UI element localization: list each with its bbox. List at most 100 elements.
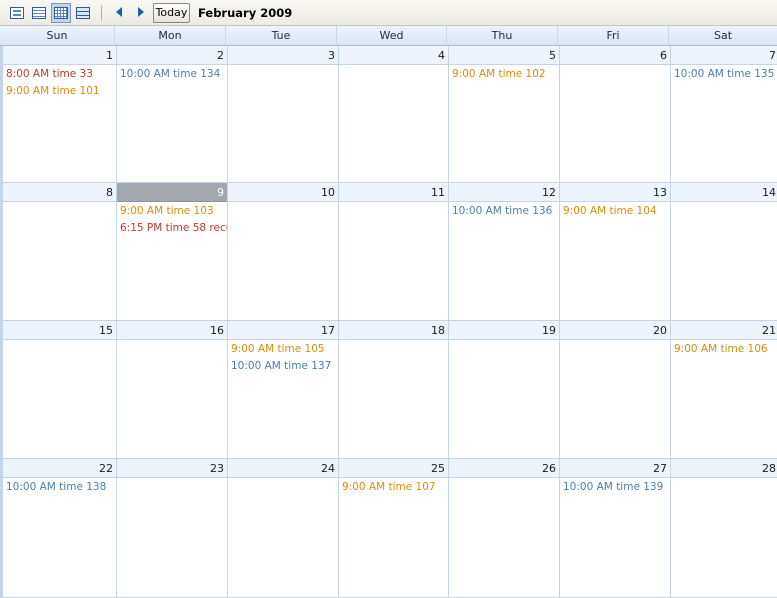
calendar-event[interactable]: 10:00 AM time 134 — [120, 66, 227, 83]
day-cell[interactable]: 24 — [228, 459, 339, 598]
calendar-event[interactable]: 9:00 AM time 104 — [563, 203, 670, 220]
event-list — [449, 478, 559, 479]
day-number[interactable]: 1 — [3, 46, 116, 65]
event-list: 10:00 AM time 139 — [560, 478, 670, 496]
day-cell[interactable]: 23 — [117, 459, 228, 598]
day-cell[interactable]: 19 — [449, 321, 560, 459]
today-day-number[interactable]: 9 — [117, 183, 227, 202]
event-list — [560, 65, 670, 66]
day-cell[interactable]: 4 — [339, 46, 449, 183]
day-cell[interactable]: 13 9:00 AM time 104 — [560, 183, 671, 321]
day-cell[interactable]: 27 10:00 AM time 139 — [560, 459, 671, 598]
event-list: 10:00 AM time 135 — [671, 65, 777, 83]
day-cell[interactable]: 2 10:00 AM time 134 — [117, 46, 228, 183]
day-cell[interactable]: 7 10:00 AM time 135 — [671, 46, 777, 183]
day-number[interactable]: 16 — [117, 321, 227, 340]
event-list — [117, 478, 227, 479]
calendar-event[interactable]: 10:00 AM time 138 — [6, 479, 116, 496]
day-cell[interactable]: 12 10:00 AM time 136 — [449, 183, 560, 321]
day-cell[interactable]: 6 — [560, 46, 671, 183]
day-number[interactable]: 19 — [449, 321, 559, 340]
day-cell[interactable]: 18 — [339, 321, 449, 459]
day-cell[interactable]: 8 — [3, 183, 117, 321]
day-cell[interactable]: 15 — [3, 321, 117, 459]
toolbar-separator — [101, 5, 102, 21]
day-view-button[interactable] — [7, 3, 27, 23]
event-list — [3, 202, 116, 203]
day-number[interactable]: 25 — [339, 459, 448, 478]
calendar-event[interactable]: 9:00 AM time 101 — [6, 83, 116, 100]
calendar-event[interactable]: 6:15 PM time 58 recu — [120, 220, 227, 237]
calendar-event[interactable]: 8:00 AM time 33 — [6, 66, 116, 83]
event-list — [449, 340, 559, 341]
day-number[interactable]: 11 — [339, 183, 448, 202]
day-number[interactable]: 10 — [228, 183, 338, 202]
day-cell[interactable]: 11 — [339, 183, 449, 321]
event-list — [339, 340, 448, 341]
today-button[interactable]: Today — [153, 3, 190, 23]
calendar-event[interactable]: 9:00 AM time 106 — [674, 341, 777, 358]
day-number[interactable]: 12 — [449, 183, 559, 202]
day-number[interactable]: 8 — [3, 183, 116, 202]
calendar-event[interactable]: 10:00 AM time 136 — [452, 203, 559, 220]
event-list: 10:00 AM time 134 — [117, 65, 227, 83]
event-list: 9:00 AM time 107 — [339, 478, 448, 496]
day-number[interactable]: 5 — [449, 46, 559, 65]
day-number[interactable]: 4 — [339, 46, 448, 65]
day-number[interactable]: 6 — [560, 46, 670, 65]
chevron-right-icon[interactable] — [138, 7, 144, 17]
day-number[interactable]: 23 — [117, 459, 227, 478]
day-number[interactable]: 3 — [228, 46, 338, 65]
day-cell[interactable]: 26 — [449, 459, 560, 598]
weekday-label: Mon — [114, 26, 225, 45]
day-number[interactable]: 28 — [671, 459, 777, 478]
day-cell[interactable]: 16 — [117, 321, 228, 459]
day-cell[interactable]: 28 — [671, 459, 777, 598]
day-number[interactable]: 27 — [560, 459, 670, 478]
day-number[interactable]: 18 — [339, 321, 448, 340]
day-cell[interactable]: 22 10:00 AM time 138 — [3, 459, 117, 598]
day-number[interactable]: 13 — [560, 183, 670, 202]
day-cell[interactable]: 14 — [671, 183, 777, 321]
calendar-event[interactable]: 10:00 AM time 137 — [231, 358, 338, 375]
calendar-event[interactable]: 9:00 AM time 103 — [120, 203, 227, 220]
event-list: 9:00 AM time 103 6:15 PM time 58 recu — [117, 202, 227, 237]
calendar-event[interactable]: 9:00 AM time 107 — [342, 479, 448, 496]
month-view-button[interactable] — [51, 3, 71, 23]
day-cell[interactable]: 25 9:00 AM time 107 — [339, 459, 449, 598]
day-cell[interactable]: 1 8:00 AM time 33 9:00 AM time 101 — [3, 46, 117, 183]
calendar-event[interactable]: 10:00 AM time 139 — [563, 479, 670, 496]
day-number[interactable]: 14 — [671, 183, 777, 202]
day-cell[interactable]: 21 9:00 AM time 106 — [671, 321, 777, 459]
event-list: 8:00 AM time 33 9:00 AM time 101 — [3, 65, 116, 100]
event-list — [117, 340, 227, 341]
day-cell[interactable]: 10 — [228, 183, 339, 321]
day-number[interactable]: 26 — [449, 459, 559, 478]
calendar-event[interactable]: 9:00 AM time 105 — [231, 341, 338, 358]
day-number[interactable]: 24 — [228, 459, 338, 478]
day-cell[interactable]: 17 9:00 AM time 105 10:00 AM time 137 — [228, 321, 339, 459]
calendar-event[interactable]: 10:00 AM time 135 — [674, 66, 777, 83]
list-view-button[interactable] — [73, 3, 93, 23]
event-list — [3, 340, 116, 341]
day-cell[interactable]: 5 9:00 AM time 102 — [449, 46, 560, 183]
month-title: February 2009 — [198, 6, 293, 20]
event-list — [339, 202, 448, 203]
day-number[interactable]: 7 — [671, 46, 777, 65]
week-view-button[interactable] — [29, 3, 49, 23]
calendar-event[interactable]: 9:00 AM time 102 — [452, 66, 559, 83]
day-cell[interactable]: 9 9:00 AM time 103 6:15 PM time 58 recu — [117, 183, 228, 321]
day-cell[interactable]: 3 — [228, 46, 339, 183]
event-list — [671, 202, 777, 203]
day-number[interactable]: 20 — [560, 321, 670, 340]
day-number[interactable]: 21 — [671, 321, 777, 340]
event-list — [228, 202, 338, 203]
day-number[interactable]: 15 — [3, 321, 116, 340]
day-number[interactable]: 22 — [3, 459, 116, 478]
chevron-left-icon[interactable] — [116, 7, 122, 17]
weekday-label: Thu — [446, 26, 557, 45]
event-list — [671, 478, 777, 479]
day-cell[interactable]: 20 — [560, 321, 671, 459]
day-number[interactable]: 17 — [228, 321, 338, 340]
day-number[interactable]: 2 — [117, 46, 227, 65]
